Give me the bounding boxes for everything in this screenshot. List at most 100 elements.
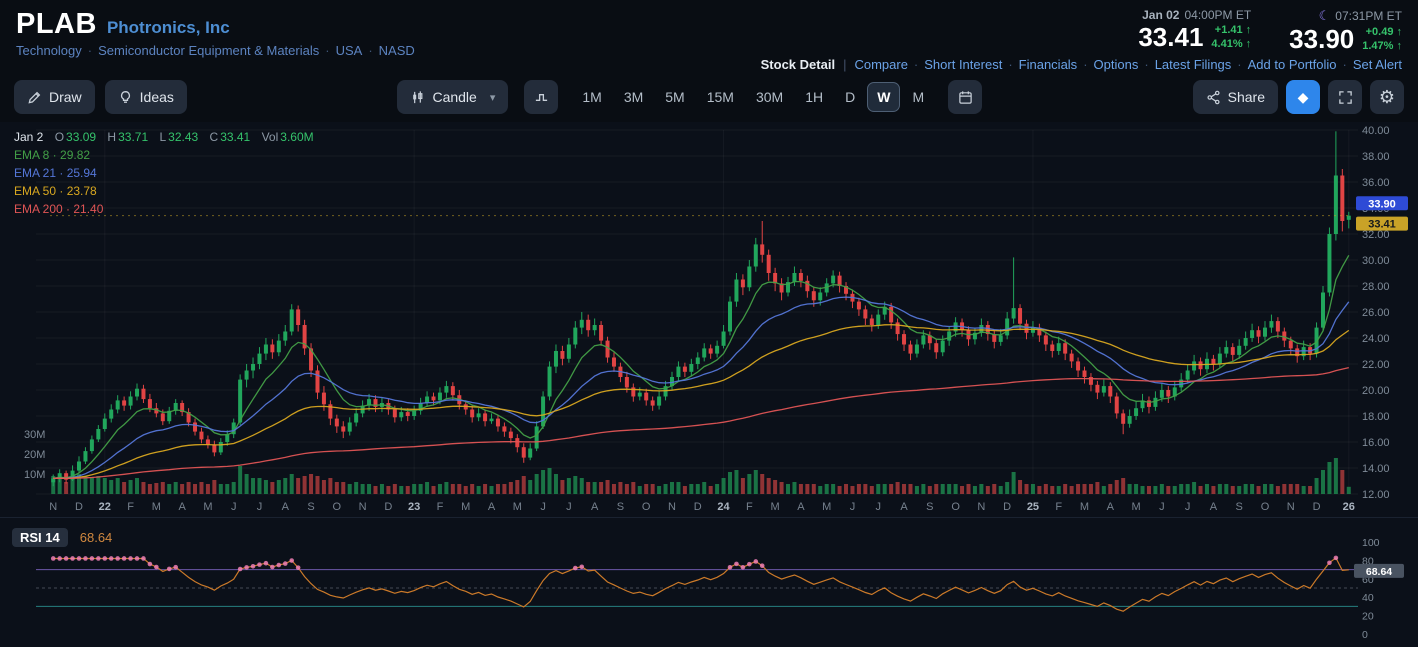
svg-text:22.00: 22.00 bbox=[1362, 359, 1390, 371]
nav-link-short-interest[interactable]: Short Interest bbox=[924, 57, 1002, 72]
svg-text:20: 20 bbox=[1362, 611, 1374, 623]
svg-text:D: D bbox=[1313, 501, 1321, 513]
svg-text:25: 25 bbox=[1027, 501, 1039, 513]
svg-text:J: J bbox=[1185, 501, 1191, 513]
settings-button[interactable]: ⚙ bbox=[1370, 80, 1404, 114]
svg-text:26.00: 26.00 bbox=[1362, 307, 1390, 319]
breadcrumb-item-technology[interactable]: Technology bbox=[16, 43, 82, 58]
svg-text:10M: 10M bbox=[24, 469, 45, 481]
svg-text:O: O bbox=[333, 501, 342, 513]
svg-text:F: F bbox=[437, 501, 444, 513]
chart-type-select[interactable]: Candle ▾ bbox=[397, 80, 509, 114]
svg-text:38.00: 38.00 bbox=[1362, 151, 1390, 163]
session-change-abs: +1.41 ↑ bbox=[1214, 24, 1252, 36]
session-date: Jan 02 bbox=[1142, 8, 1180, 22]
svg-text:J: J bbox=[257, 501, 263, 513]
timeframe-1m[interactable]: 1M bbox=[572, 82, 611, 112]
separator: · bbox=[368, 43, 373, 58]
svg-text:J: J bbox=[540, 501, 546, 513]
ideas-button-label: Ideas bbox=[139, 89, 174, 105]
svg-text:24.00: 24.00 bbox=[1362, 333, 1390, 345]
calendar-icon bbox=[958, 90, 972, 104]
svg-text:68.64: 68.64 bbox=[1366, 566, 1392, 578]
fullscreen-button[interactable] bbox=[1328, 80, 1362, 114]
svg-text:N: N bbox=[359, 501, 367, 513]
nav-link-financials[interactable]: Financials bbox=[1019, 57, 1078, 72]
separator: · bbox=[1144, 56, 1149, 72]
fullscreen-icon bbox=[1338, 90, 1352, 104]
separator: · bbox=[87, 43, 93, 58]
timeframe-5m[interactable]: 5M bbox=[655, 82, 694, 112]
extended-change-abs: +0.49 ↑ bbox=[1365, 26, 1402, 38]
svg-text:20.00: 20.00 bbox=[1362, 385, 1390, 397]
breadcrumb: Technology · Semiconductor Equipment & Mat… bbox=[16, 43, 415, 58]
calendar-button[interactable] bbox=[948, 80, 983, 114]
session-time: 04:00PM ET bbox=[1184, 8, 1252, 22]
separator: · bbox=[913, 56, 919, 72]
nav-link-set-alert[interactable]: Set Alert bbox=[1353, 57, 1402, 72]
draw-button[interactable]: Draw bbox=[14, 80, 95, 114]
rsi-panel: RSI 14 68.64 100 80 60 40 20 0 68.64 bbox=[0, 517, 1418, 647]
svg-text:22: 22 bbox=[99, 501, 111, 513]
svg-text:32.00: 32.00 bbox=[1362, 229, 1390, 241]
svg-text:J: J bbox=[850, 501, 856, 513]
draw-button-label: Draw bbox=[49, 89, 82, 105]
breadcrumb-item-usa[interactable]: USA bbox=[336, 43, 363, 58]
price-chart[interactable]: 40.0038.0036.0034.0032.0030.0028.0026.00… bbox=[0, 122, 1418, 517]
share-button[interactable]: Share bbox=[1192, 80, 1278, 114]
svg-text:N: N bbox=[668, 501, 676, 513]
separator: | bbox=[843, 56, 847, 72]
svg-text:33.90: 33.90 bbox=[1368, 198, 1396, 210]
svg-text:S: S bbox=[307, 501, 314, 513]
diamond-icon: ◆ bbox=[1297, 88, 1309, 105]
step-line-icon bbox=[535, 93, 547, 101]
breadcrumb-item-nasd[interactable]: NASD bbox=[379, 43, 415, 58]
nav-link-add-to-portfolio[interactable]: Add to Portfolio bbox=[1248, 57, 1337, 72]
svg-text:M: M bbox=[513, 501, 522, 513]
title-block: PLAB Photronics, Inc Technology · Semicond… bbox=[16, 8, 415, 72]
svg-text:30M: 30M bbox=[24, 429, 45, 441]
timeframe-d[interactable]: D bbox=[835, 82, 865, 112]
lightbulb-icon bbox=[120, 90, 130, 103]
chart-style-button[interactable] bbox=[524, 80, 559, 114]
svg-text:20M: 20M bbox=[24, 449, 45, 461]
timeframe-w[interactable]: W bbox=[867, 82, 901, 112]
ideas-button[interactable]: Ideas bbox=[104, 80, 187, 114]
rsi-chart[interactable]: 10080604020068.64 bbox=[0, 536, 1418, 644]
company-name: Photronics, Inc bbox=[106, 18, 230, 37]
nav-link-options[interactable]: Options bbox=[1094, 57, 1139, 72]
svg-text:100: 100 bbox=[1362, 537, 1380, 549]
svg-text:40: 40 bbox=[1362, 592, 1374, 604]
timeframe-3m[interactable]: 3M bbox=[614, 82, 653, 112]
svg-text:D: D bbox=[1003, 501, 1011, 513]
nav-stock-detail[interactable]: Stock Detail bbox=[761, 57, 835, 72]
svg-text:40.00: 40.00 bbox=[1362, 125, 1390, 137]
svg-text:S: S bbox=[1236, 501, 1243, 513]
nav-link-latest-filings[interactable]: Latest Filings bbox=[1155, 57, 1232, 72]
timeframe-15m[interactable]: 15M bbox=[697, 82, 744, 112]
svg-text:M: M bbox=[771, 501, 780, 513]
svg-text:F: F bbox=[1055, 501, 1062, 513]
timeframe-30m[interactable]: 30M bbox=[746, 82, 793, 112]
svg-text:O: O bbox=[642, 501, 651, 513]
header: PLAB Photronics, Inc Technology · Semicond… bbox=[0, 0, 1418, 72]
share-button-label: Share bbox=[1227, 89, 1265, 105]
svg-text:J: J bbox=[566, 501, 572, 513]
timeframe-1h[interactable]: 1H bbox=[795, 82, 833, 112]
breadcrumb-item-semiconductor-equipment-materials[interactable]: Semiconductor Equipment & Materials bbox=[98, 43, 319, 58]
session-change-pct: 4.41% ↑ bbox=[1211, 38, 1252, 51]
svg-text:J: J bbox=[1159, 501, 1165, 513]
svg-text:A: A bbox=[282, 501, 290, 513]
svg-text:M: M bbox=[203, 501, 212, 513]
extended-price: 33.90 bbox=[1289, 24, 1355, 55]
svg-text:S: S bbox=[617, 501, 624, 513]
chart-type-label: Candle bbox=[432, 89, 477, 105]
chevron-down-icon: ▾ bbox=[489, 91, 496, 104]
stock-nav: Stock Detail | Compare · Short Interest · Fina… bbox=[761, 57, 1402, 72]
separator: · bbox=[325, 43, 330, 58]
timeframe-m[interactable]: M bbox=[902, 82, 934, 112]
nav-link-compare[interactable]: Compare bbox=[854, 57, 907, 72]
svg-text:M: M bbox=[822, 501, 831, 513]
svg-text:24: 24 bbox=[717, 501, 730, 513]
premium-button[interactable]: ◆ bbox=[1286, 80, 1320, 114]
